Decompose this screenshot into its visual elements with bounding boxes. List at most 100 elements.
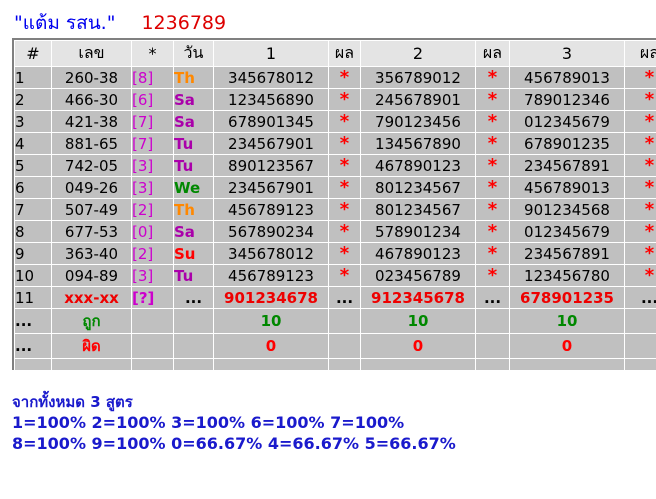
formula-2-digits: 801234567 bbox=[360, 176, 476, 199]
table-row[interactable]: 3 421-38 [7] Sa 678901345 * 790123456 * 01234567… bbox=[14, 110, 656, 133]
column-header[interactable]: 2 bbox=[360, 40, 476, 67]
formula-1-digits: 345678012 bbox=[213, 66, 329, 89]
key-digit: [3] bbox=[131, 264, 174, 287]
column-header[interactable]: ผล bbox=[624, 40, 656, 67]
formula-1-result: * bbox=[328, 154, 361, 177]
formula-3-result: * bbox=[624, 264, 656, 287]
formula-2-digits: 912345678 bbox=[360, 286, 476, 309]
draw-day: We bbox=[173, 176, 214, 199]
formula-1-digits: 567890234 bbox=[213, 220, 329, 243]
formula-2-result: * bbox=[475, 110, 510, 133]
summary-label: ผิด bbox=[51, 333, 132, 359]
formula-3-result: ... bbox=[624, 286, 656, 309]
formula-3-digits: 456789013 bbox=[509, 176, 625, 199]
empty-cell bbox=[475, 308, 510, 334]
table-row[interactable]: 2 466-30 [6] Sa 123456890 * 245678901 * 78901234… bbox=[14, 88, 656, 111]
row-number: 5 bbox=[14, 154, 52, 177]
empty-cell bbox=[360, 358, 476, 370]
page-title: "แต้ม รสน." bbox=[14, 12, 116, 34]
formula-2-result: * bbox=[475, 176, 510, 199]
formula-1-digits: 678901345 bbox=[213, 110, 329, 133]
formula-3-result: * bbox=[624, 198, 656, 221]
table-row[interactable]: 1 260-38 [8] Th 345678012 * 356789012 * 45678901… bbox=[14, 66, 656, 89]
formula-1-count: 0 bbox=[213, 333, 329, 359]
formula-2-result: * bbox=[475, 264, 510, 287]
table-row[interactable]: 6 049-26 [3] We 234567901 * 801234567 * 45678901… bbox=[14, 176, 656, 199]
table-row[interactable]: 8 677-53 [0] Sa 567890234 * 578901234 * 01234567… bbox=[14, 220, 656, 243]
row-number: 6 bbox=[14, 176, 52, 199]
key-digit: [3] bbox=[131, 154, 174, 177]
formula-2-result: * bbox=[475, 132, 510, 155]
formula-2-digits: 245678901 bbox=[360, 88, 476, 111]
formula-3-digits: 012345679 bbox=[509, 110, 625, 133]
table-row[interactable]: 5 742-05 [3] Tu 890123567 * 467890123 * 23456789… bbox=[14, 154, 656, 177]
table-row[interactable]: 4 881-65 [7] Tu 234567901 * 134567890 * 67890123… bbox=[14, 132, 656, 155]
key-digit: [6] bbox=[131, 88, 174, 111]
row-number: 1 bbox=[14, 66, 52, 89]
formula-2-result: * bbox=[475, 198, 510, 221]
draw-day: ... bbox=[173, 286, 214, 309]
empty-cell bbox=[173, 308, 214, 334]
formula-3-count: 0 bbox=[509, 333, 625, 359]
empty-cell bbox=[328, 358, 361, 370]
formula-2-result: * bbox=[475, 88, 510, 111]
formula-1-result: * bbox=[328, 132, 361, 155]
row-number: ... bbox=[14, 308, 52, 334]
draw-day: Tu bbox=[173, 132, 214, 155]
results-grid[interactable]: #เลข*วัน1ผล2ผล3ผล 1260-38[8]Th345678012*… bbox=[12, 38, 656, 370]
table-row[interactable]: 9 363-40 [2] Su 345678012 * 467890123 * 23456789… bbox=[14, 242, 656, 265]
table-row[interactable]: 7 507-49 [2] Th 456789123 * 801234567 * 90123456… bbox=[14, 198, 656, 221]
page: "แต้ม รสน." 1236789 #เลข*วัน1ผล2ผล3ผล 12… bbox=[0, 0, 656, 499]
column-header[interactable]: 3 bbox=[509, 40, 625, 67]
results-table: #เลข*วัน1ผล2ผล3ผล 1260-38[8]Th345678012*… bbox=[14, 40, 656, 370]
draw-number: 094-89 bbox=[51, 264, 132, 287]
lottery-code: 1236789 bbox=[141, 12, 227, 34]
stats-footer: จากทั้งหมด 3 สูตร 1=100% 2=100% 3=100% 6… bbox=[12, 392, 456, 454]
formula-3-result: * bbox=[624, 176, 656, 199]
column-header[interactable]: 1 bbox=[213, 40, 329, 67]
formula-2-result: * bbox=[475, 220, 510, 243]
row-number: 8 bbox=[14, 220, 52, 243]
formula-3-digits: 678901235 bbox=[509, 132, 625, 155]
column-header[interactable]: ผล bbox=[475, 40, 510, 67]
formula-3-result: * bbox=[624, 242, 656, 265]
column-header[interactable]: เลข bbox=[51, 40, 132, 67]
key-digit: [8] bbox=[131, 66, 174, 89]
row-number: 11 bbox=[14, 286, 52, 309]
formula-2-digits: 578901234 bbox=[360, 220, 476, 243]
header-row: #เลข*วัน1ผล2ผล3ผล bbox=[14, 40, 656, 67]
stats-line-1: 1=100% 2=100% 3=100% 6=100% 7=100% bbox=[12, 413, 405, 432]
column-header[interactable]: * bbox=[131, 40, 174, 67]
formula-1-digits: 345678012 bbox=[213, 242, 329, 265]
row-number: 2 bbox=[14, 88, 52, 111]
empty-cell bbox=[328, 308, 361, 334]
prediction-row[interactable]: 11 xxx-xx [?]... 901234678... 912345678... 67… bbox=[14, 286, 656, 309]
formula-3-digits: 901234568 bbox=[509, 198, 625, 221]
formula-2-digits: 467890123 bbox=[360, 242, 476, 265]
formula-1-result: * bbox=[328, 88, 361, 111]
wrong-count-row: ... ผิด 0 0 0 bbox=[14, 333, 656, 359]
formula-3-digits: 456789013 bbox=[509, 66, 625, 89]
column-header[interactable]: วัน bbox=[173, 40, 214, 67]
table-row[interactable]: 10 094-89 [3] Tu 456789123 * 023456789 * 1234567… bbox=[14, 264, 656, 287]
empty-cell bbox=[131, 308, 174, 334]
column-header[interactable]: # bbox=[14, 40, 52, 67]
formula-3-digits: 789012346 bbox=[509, 88, 625, 111]
draw-number: 742-05 bbox=[51, 154, 132, 177]
row-number: ... bbox=[14, 333, 52, 359]
column-header[interactable]: ผล bbox=[328, 40, 361, 67]
empty-cell bbox=[624, 333, 656, 359]
correct-count-row: ... ถูก 10 10 10 bbox=[14, 308, 656, 334]
formula-1-result: * bbox=[328, 66, 361, 89]
empty-cell bbox=[131, 358, 174, 370]
draw-number: 881-65 bbox=[51, 132, 132, 155]
empty-cell bbox=[328, 333, 361, 359]
formula-2-count: 0 bbox=[360, 333, 476, 359]
draw-number: 677-53 bbox=[51, 220, 132, 243]
empty-cell bbox=[51, 358, 132, 370]
formula-1-result: * bbox=[328, 198, 361, 221]
formula-2-digits: 134567890 bbox=[360, 132, 476, 155]
formula-2-count: 10 bbox=[360, 308, 476, 334]
formula-3-digits: 234567891 bbox=[509, 154, 625, 177]
formula-1-digits: 234567901 bbox=[213, 176, 329, 199]
